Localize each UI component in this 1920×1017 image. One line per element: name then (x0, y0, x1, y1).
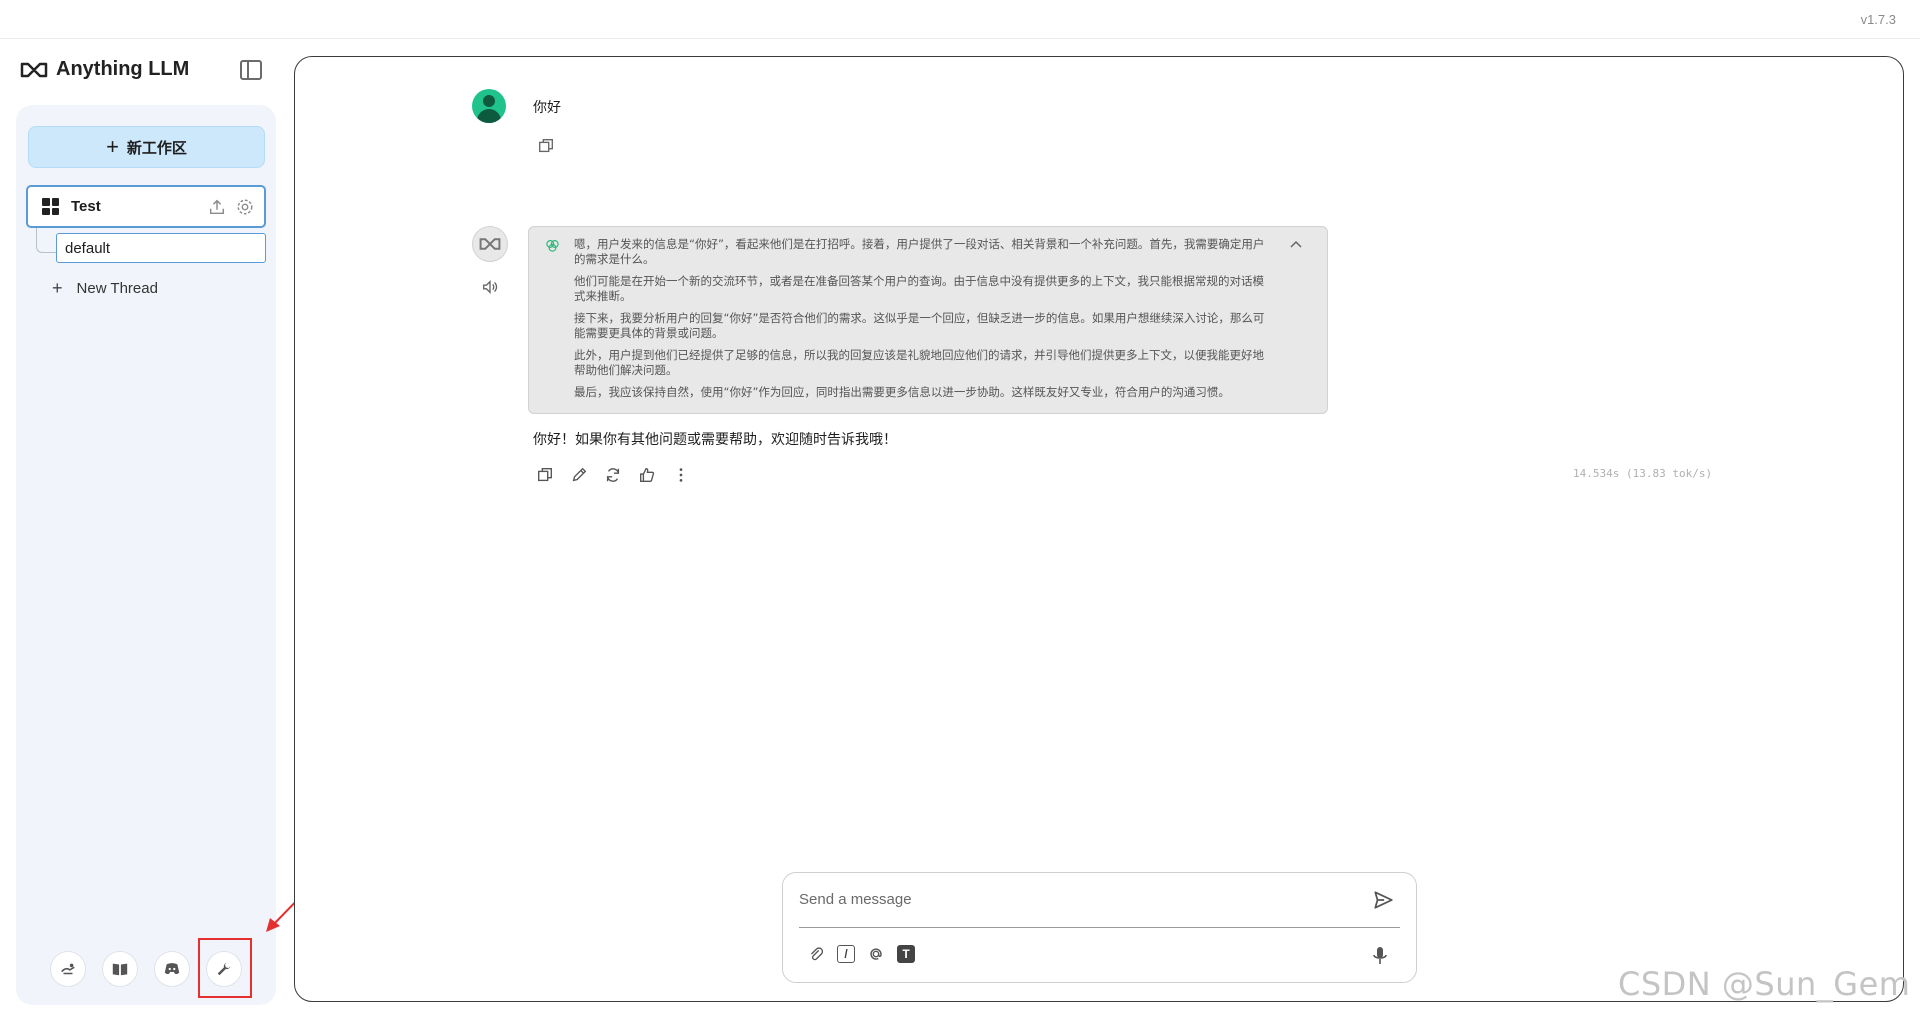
message-input[interactable] (799, 885, 1359, 913)
chevron-up-icon[interactable] (1289, 239, 1303, 249)
thread-item-default[interactable]: default (56, 233, 266, 263)
user-avatar (472, 89, 506, 123)
sidebar-toggle-icon[interactable] (240, 60, 262, 80)
workspace-item-test[interactable]: Test (26, 185, 266, 228)
mention-icon[interactable] (867, 945, 885, 963)
thinking-paragraph: 嗯，用户发来的信息是“你好”，看起来他们是在打招呼。接着，用户提供了一段对话、相… (574, 237, 1265, 266)
generation-metrics: 14.534s (13.83 tok/s) (1573, 467, 1713, 480)
new-thread-button[interactable]: + New Thread (52, 278, 158, 299)
new-workspace-button[interactable]: + 新工作区 (28, 126, 265, 168)
app-name: Anything LLM (56, 58, 190, 80)
chat-panel (294, 56, 1904, 1002)
thinking-paragraph: 他们可能是在开始一个新的交流环节，或者是在准备回答某个用户的查询。由于信息中没有… (574, 274, 1264, 303)
plus-icon: + (106, 134, 119, 159)
edit-pencil-icon[interactable] (570, 466, 588, 484)
assistant-avatar (472, 226, 508, 262)
watermark: CSDN @Sun_Gem (1618, 965, 1911, 1003)
gear-icon[interactable] (236, 198, 254, 216)
user-message: 你好 (533, 99, 561, 115)
thinking-paragraph: 此外，用户提到他们已经提供了足够的信息，所以我的回复应该是礼貌地回应他们的请求，… (574, 348, 1264, 377)
assistant-message: 你好！如果你有其他问题或需要帮助，欢迎随时告诉我哦！ (533, 432, 897, 448)
upload-icon[interactable] (208, 198, 226, 216)
app-logo: Anything LLM (20, 58, 189, 81)
text-format-icon[interactable]: T (897, 945, 915, 963)
annotation-highlight-box (198, 938, 252, 998)
message-actions (536, 466, 690, 484)
attach-icon[interactable] (807, 945, 825, 963)
composer-toolbar: / T (807, 945, 915, 963)
regenerate-icon[interactable] (604, 466, 622, 484)
workspace-name: Test (71, 198, 101, 215)
docs-icon[interactable] (102, 951, 138, 987)
thinking-paragraph: 接下来，我要分析用户的回复“你好”是否符合他们的需求。这似乎是一个回应，但缺乏进… (574, 311, 1265, 340)
app-version: v1.7.3 (1860, 12, 1896, 27)
plus-icon: + (52, 278, 63, 298)
slash-command-icon[interactable]: / (837, 945, 855, 963)
copy-icon[interactable] (537, 137, 555, 155)
anything-llm-logo-icon (479, 238, 501, 250)
speaker-icon[interactable] (481, 278, 499, 296)
community-icon[interactable] (50, 951, 86, 987)
thinking-paragraph: 最后，我应该保持自然，使用“你好”作为回应，同时指出需要更多信息以进一步协助。这… (574, 385, 1230, 399)
thread-tree-line (36, 228, 56, 253)
thinking-block[interactable]: 嗯，用户发来的信息是“你好”，看起来他们是在打招呼。接着，用户提供了一段对话、相… (528, 226, 1328, 414)
new-workspace-label: 新工作区 (126, 139, 187, 157)
brain-icon (546, 240, 559, 252)
send-icon[interactable] (1372, 889, 1394, 911)
copy-icon[interactable] (536, 466, 554, 484)
thumbs-up-icon[interactable] (638, 466, 656, 484)
more-options-icon[interactable] (672, 466, 690, 484)
message-composer: / T (782, 872, 1417, 983)
new-thread-label: New Thread (76, 280, 158, 297)
microphone-icon[interactable] (1370, 945, 1390, 967)
workspace-grid-icon (42, 198, 59, 215)
composer-divider (799, 927, 1400, 928)
discord-icon[interactable] (154, 951, 190, 987)
top-bar: v1.7.3 (0, 0, 1920, 39)
anything-llm-logo-icon (20, 62, 48, 77)
